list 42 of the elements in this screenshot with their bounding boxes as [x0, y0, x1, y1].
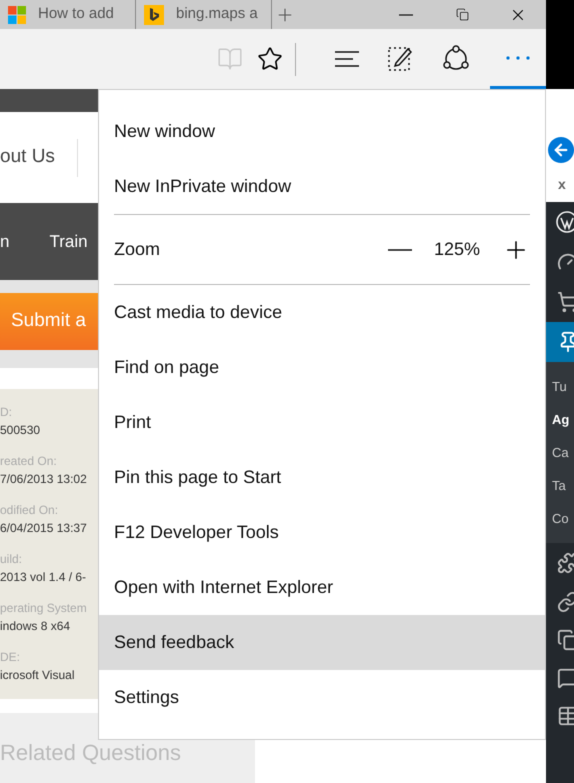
field-label: DE: [0, 649, 22, 666]
link-icon[interactable] [557, 591, 574, 613]
dismiss-mark[interactable]: x [558, 174, 566, 195]
submenu-item[interactable]: Tu [546, 370, 574, 403]
star-icon[interactable] [257, 46, 283, 72]
menu-item[interactable]: Send feedback [99, 615, 545, 670]
logo-icon[interactable] [556, 211, 574, 233]
pen-square-icon[interactable] [388, 46, 412, 72]
nav-item[interactable]: Train [49, 228, 88, 254]
nav-link[interactable]: out Us [0, 143, 55, 172]
submenu-item[interactable]: Ag [546, 403, 574, 436]
more-icon [506, 56, 530, 60]
windows-logo-icon [8, 6, 26, 24]
field-value: indows 8 x64 [0, 618, 72, 635]
back-button[interactable] [548, 137, 574, 163]
field-value: 7/06/2013 13:02 [0, 471, 88, 488]
submenu-item[interactable]: Ca [546, 436, 574, 469]
field-label: D: [0, 404, 13, 421]
bing-logo-icon [144, 4, 164, 24]
submenu-item[interactable]: Ta [546, 469, 574, 502]
comment-icon[interactable] [557, 667, 574, 689]
field-label: reated On: [0, 453, 58, 470]
cart-icon[interactable] [557, 291, 574, 313]
field-label: uild: [0, 551, 24, 568]
field-label: odified On: [0, 502, 60, 519]
menu-label: Zoom [114, 238, 162, 261]
minimize-icon [399, 14, 413, 16]
submenu-item[interactable]: Co [546, 502, 574, 535]
field-value: 500530 [0, 422, 42, 439]
minus-icon [388, 248, 412, 250]
zoom-value: 125% [434, 238, 480, 261]
table-icon[interactable] [557, 705, 574, 727]
pages-icon[interactable] [557, 629, 574, 651]
active-menu-item[interactable] [546, 322, 574, 362]
field-label: perating System [0, 600, 88, 617]
field-value: icrosoft Visual [0, 667, 76, 684]
field-value: 6/04/2015 13:37 [0, 520, 88, 537]
field-value: 2013 vol 1.4 / 6- [0, 569, 88, 586]
hub-icon[interactable] [334, 50, 360, 68]
puzzle-icon[interactable] [557, 552, 574, 574]
restore-icon [456, 8, 468, 21]
nav-item[interactable]: n [0, 228, 10, 254]
